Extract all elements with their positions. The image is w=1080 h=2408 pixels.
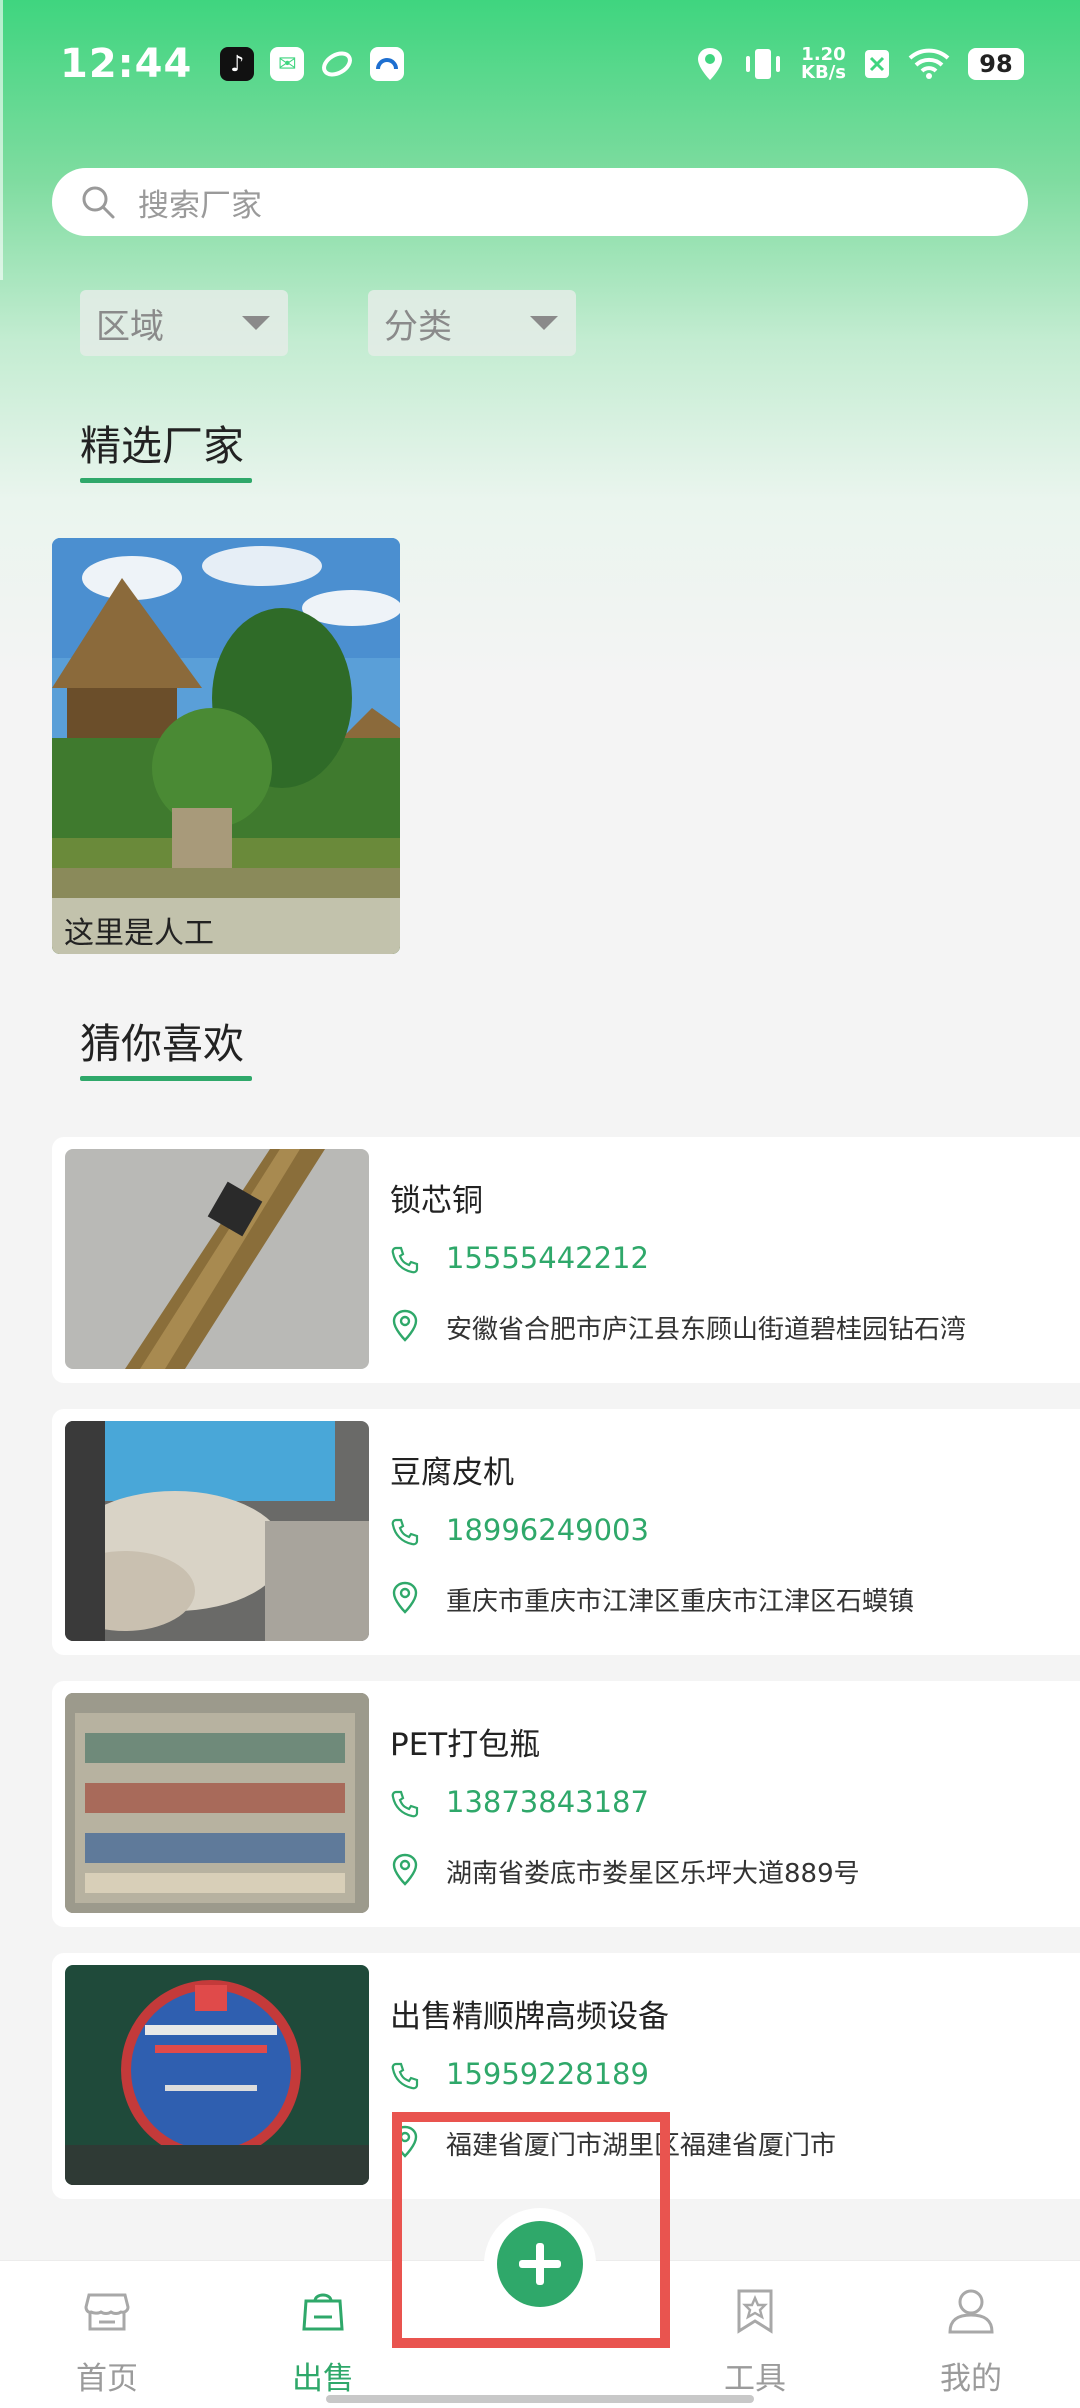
tiktok-icon: ♪ <box>220 47 255 81</box>
list-item[interactable]: 豆腐皮机 18996249003 重庆市重庆市江津区重庆市江津区石蟆镇 <box>52 1409 1080 1655</box>
location-pin-icon <box>392 1853 418 1886</box>
phone-icon <box>391 1518 419 1546</box>
section-underline <box>80 478 252 483</box>
bookmark-star-icon <box>737 2289 773 2334</box>
item-phone[interactable]: 15555442212 <box>446 1241 649 1275</box>
list-item[interactable]: 锁芯铜 15555442212 安徽省合肥市庐江县东顾山街道碧桂园钻石湾 <box>52 1137 1080 1383</box>
item-thumbnail <box>65 1965 369 2185</box>
item-address: 安徽省合肥市庐江县东顾山街道碧桂园钻石湾 <box>446 1315 967 1345</box>
item-address: 湖南省娄底市娄星区乐坪大道889号 <box>446 1859 860 1889</box>
category-filter-dropdown[interactable]: 分类 <box>368 290 576 356</box>
featured-card[interactable]: 这里是人工 <box>52 538 400 954</box>
item-phone[interactable]: 15959228189 <box>446 2057 649 2091</box>
mail-app-icon: ✉ <box>270 47 305 81</box>
nav-label-home: 首页 <box>76 2361 138 2397</box>
shopping-bag-icon <box>302 2293 344 2331</box>
guess-section-title: 猜你喜欢 <box>80 1020 244 1068</box>
item-phone[interactable]: 18996249003 <box>446 1513 649 1547</box>
highlight-box <box>392 2112 670 2348</box>
location-pin-icon <box>392 1581 418 1614</box>
nav-item-mine[interactable]: 我的 <box>896 2261 1046 2408</box>
location-icon <box>698 48 723 80</box>
nav-item-tools[interactable]: 工具 <box>680 2261 830 2408</box>
nav-item-home[interactable]: 首页 <box>32 2261 182 2408</box>
featured-section-title: 精选厂家 <box>80 422 244 470</box>
item-title: 出售精顺牌高频设备 <box>390 1999 669 2035</box>
nav-label-sell: 出售 <box>292 2361 354 2397</box>
item-phone[interactable]: 13873843187 <box>446 1785 649 1819</box>
home-indicator[interactable] <box>326 2395 754 2403</box>
nav-label-tools: 工具 <box>724 2361 786 2397</box>
app-icon <box>370 47 405 81</box>
vibrate-icon <box>746 49 781 79</box>
section-underline <box>80 1076 252 1081</box>
location-pin-icon <box>392 1309 418 1342</box>
item-thumbnail <box>65 1421 369 1641</box>
chevron-down-icon <box>242 316 270 330</box>
user-icon <box>948 2289 994 2334</box>
search-icon <box>82 186 115 219</box>
featured-caption: 这里是人工 <box>52 898 400 954</box>
item-title: 豆腐皮机 <box>390 1455 514 1491</box>
chevron-down-icon <box>530 316 558 330</box>
region-filter-dropdown[interactable]: 区域 <box>80 290 288 356</box>
list-item[interactable]: PET打包瓶 13873843187 湖南省娄底市娄星区乐坪大道889号 <box>52 1681 1080 1927</box>
item-thumbnail <box>65 1149 369 1369</box>
item-title: 锁芯铜 <box>390 1183 483 1219</box>
item-thumbnail <box>65 1693 369 1913</box>
region-filter-label: 区域 <box>96 306 164 347</box>
battery-indicator: 98 <box>968 48 1024 80</box>
wifi-icon <box>908 48 950 79</box>
status-time: 12:44 <box>60 41 193 87</box>
search-input[interactable]: 搜索厂家 <box>138 180 262 225</box>
no-sim-icon <box>865 50 889 78</box>
phone-icon <box>391 1790 419 1818</box>
search-bar[interactable]: 搜索厂家 <box>52 168 1028 236</box>
nav-item-sell[interactable]: 出售 <box>248 2261 398 2408</box>
app-icon <box>320 47 354 81</box>
phone-icon <box>391 1246 419 1274</box>
item-title: PET打包瓶 <box>390 1727 541 1763</box>
status-bar: 12:44 ♪ ✉ 1.20 KB/s 98 <box>0 0 1080 128</box>
phone-icon <box>391 2062 419 2090</box>
store-icon <box>84 2293 130 2331</box>
category-filter-label: 分类 <box>384 306 452 347</box>
network-speed: 1.20 KB/s <box>801 44 846 83</box>
nav-label-mine: 我的 <box>940 2361 1002 2397</box>
featured-image <box>52 538 400 954</box>
item-address: 重庆市重庆市江津区重庆市江津区石蟆镇 <box>446 1587 915 1617</box>
